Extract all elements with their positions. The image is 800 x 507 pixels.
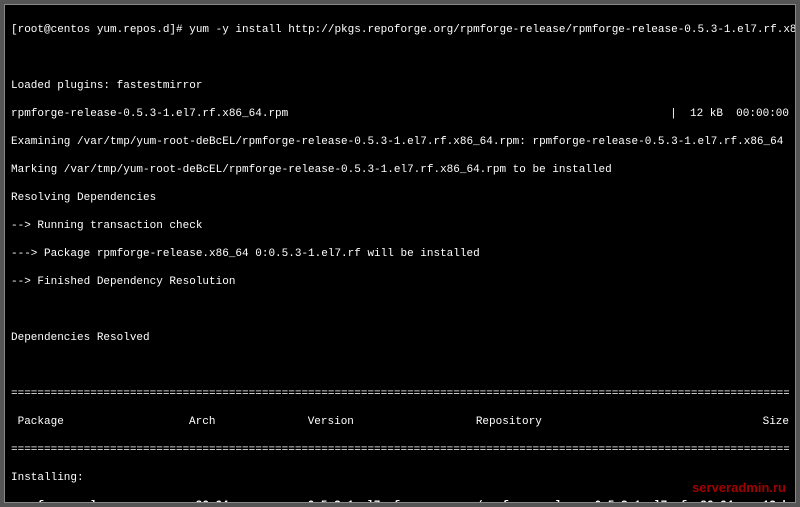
- command-prompt: [root@centos yum.repos.d]# yum -y instal…: [11, 23, 789, 37]
- divider-double: ========================================…: [11, 443, 789, 457]
- header-package: Package: [11, 415, 189, 429]
- table-row: rpmforge-release x86_64 0.5.3-1.el7.rf /…: [11, 499, 789, 503]
- watermark: serveradmin.ru: [692, 480, 786, 495]
- marking-line: Marking /var/tmp/yum-root-deBcEL/rpmforg…: [11, 163, 789, 177]
- cell-version: 0.5.3-1.el7.rf: [308, 499, 476, 503]
- cell-repository: /rpmforge-release-0.5.3-1.el7.rf.x86_64: [476, 499, 763, 503]
- installing-label: Installing:: [11, 471, 789, 485]
- divider-double: ========================================…: [11, 387, 789, 401]
- rpm-progress: | 12 kB 00:00:00: [670, 107, 789, 121]
- deps-resolved-line: Dependencies Resolved: [11, 331, 789, 345]
- cell-size: 13 k: [763, 499, 789, 503]
- rpm-filename: rpmforge-release-0.5.3-1.el7.rf.x86_64.r…: [11, 107, 288, 121]
- cell-package: rpmforge-release: [11, 499, 189, 503]
- header-version: Version: [308, 415, 476, 429]
- running-check-line: --> Running transaction check: [11, 219, 789, 233]
- table-header-row: Package Arch Version Repository Size: [11, 415, 789, 429]
- examining-line: Examining /var/tmp/yum-root-deBcEL/rpmfo…: [11, 135, 789, 149]
- package-will-install-line: ---> Package rpmforge-release.x86_64 0:0…: [11, 247, 789, 261]
- header-repository: Repository: [476, 415, 763, 429]
- finished-dep-line: --> Finished Dependency Resolution: [11, 275, 789, 289]
- blank-line: [11, 51, 789, 65]
- resolving-line: Resolving Dependencies: [11, 191, 789, 205]
- loaded-plugins-line: Loaded plugins: fastestmirror: [11, 79, 789, 93]
- terminal-window[interactable]: [root@centos yum.repos.d]# yum -y instal…: [4, 4, 796, 503]
- header-arch: Arch: [189, 415, 308, 429]
- cell-arch: x86_64: [189, 499, 308, 503]
- rpm-download-line: rpmforge-release-0.5.3-1.el7.rf.x86_64.r…: [11, 107, 789, 121]
- header-size: Size: [763, 415, 789, 429]
- blank-line: [11, 359, 789, 373]
- blank-line: [11, 303, 789, 317]
